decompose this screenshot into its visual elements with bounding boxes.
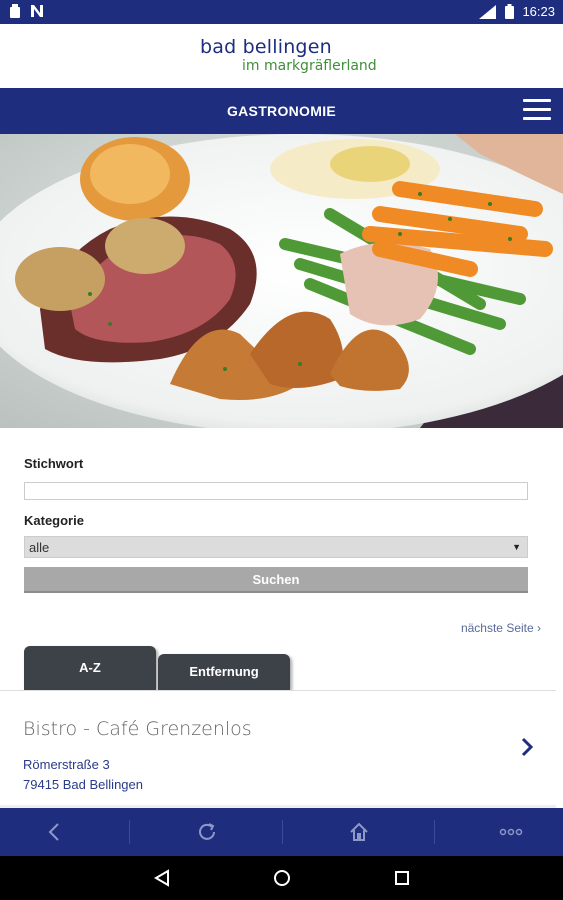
signal-icon [479,4,497,19]
category-select[interactable]: alle ▼ [24,536,528,558]
logo-title: bad bellingen [200,36,332,58]
list-item[interactable]: Bistro - Café Grenzenlos Römerstraße 3 7… [0,691,556,807]
category-label: Kategorie [24,513,84,528]
app-header: bad bellingen im markgräflerland [0,24,563,88]
tab-entfernung[interactable]: Entfernung [158,654,290,690]
android-recents-icon[interactable] [372,856,432,900]
site-logo[interactable]: bad bellingen im markgräflerland [200,36,400,80]
next-page-link[interactable]: nächste Seite › [461,621,541,635]
search-button[interactable]: Suchen [24,567,528,593]
chevron-right-icon [521,737,534,757]
keyword-input[interactable] [24,482,528,500]
android-back-icon[interactable] [132,856,192,900]
toolbar-separator [129,820,130,844]
toolbar-separator [282,820,283,844]
section-navbar: GASTRONOMIE [0,88,563,134]
keyword-label: Stichwort [24,456,84,471]
result-city: 79415 Bad Bellingen [23,777,143,792]
status-time: 16:23 [522,4,555,19]
refresh-icon[interactable] [137,808,277,856]
n-app-icon [31,5,43,17]
logo-subtitle: im markgräflerland [242,58,377,74]
battery-icon [505,4,515,19]
notification-icon [10,4,20,18]
status-bar: 16:23 [0,0,563,24]
result-name: Bistro - Café Grenzenlos [23,718,252,740]
android-home-icon[interactable] [252,856,312,900]
bottom-toolbar [0,808,563,856]
dropdown-arrow-icon: ▼ [512,542,521,552]
back-icon[interactable] [0,808,124,856]
food-plate-illustration [0,134,563,428]
hamburger-menu-icon[interactable] [523,99,551,121]
category-selected-value: alle [29,540,50,555]
hero-food-image [0,134,563,428]
more-icon[interactable] [441,808,563,856]
android-navigation-bar [0,856,563,900]
toolbar-separator [434,820,435,844]
page-title: GASTRONOMIE [226,103,337,119]
result-street: Römerstraße 3 [23,757,110,772]
tab-a-z[interactable]: A-Z [24,646,156,690]
home-icon[interactable] [289,808,429,856]
